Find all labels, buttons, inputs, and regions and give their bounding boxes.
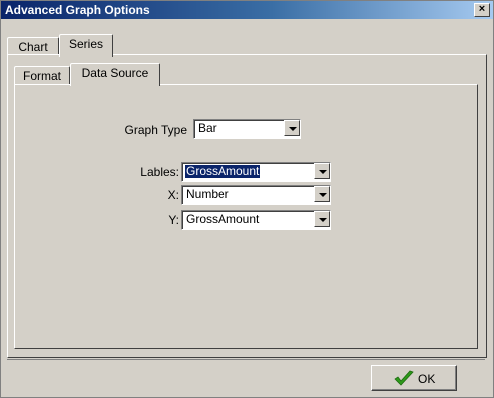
ok-button[interactable]: OK (371, 365, 457, 391)
tab-series-label: Series (68, 37, 103, 51)
labels-label: Lables: (140, 165, 179, 179)
series-tab-panel: Format Data Source Graph Type Bar Lables… (7, 54, 487, 358)
checkmark-icon (394, 370, 414, 386)
x-label: X: (167, 188, 179, 202)
close-button[interactable]: × (474, 3, 490, 17)
tab-data-source[interactable]: Data Source (70, 63, 160, 86)
chevron-down-icon[interactable] (314, 186, 330, 202)
outer-tab-strip: Chart Series (7, 33, 487, 57)
y-value: GrossAmount (186, 212, 260, 226)
x-select[interactable]: Number (181, 185, 331, 205)
tab-format[interactable]: Format (14, 66, 70, 85)
x-value: Number (186, 187, 229, 201)
chevron-down-icon[interactable] (314, 211, 330, 227)
chevron-down-icon[interactable] (284, 120, 300, 136)
close-icon: × (478, 3, 486, 15)
tab-format-label: Format (22, 69, 61, 83)
y-select[interactable]: GrossAmount (181, 210, 331, 230)
ok-label: OK (418, 372, 436, 386)
graph-type-select[interactable]: Bar (193, 119, 301, 139)
y-label: Y: (168, 213, 179, 227)
inner-tab-strip: Format Data Source (14, 62, 474, 86)
data-source-panel: Graph Type Bar Lables: GrossAmount X: Nu… (14, 84, 478, 349)
title-bar[interactable]: Advanced Graph Options × (1, 1, 493, 19)
labels-value: GrossAmount (185, 164, 261, 178)
tab-chart-label: Chart (18, 40, 48, 54)
graph-type-value: Bar (198, 121, 217, 135)
labels-select[interactable]: GrossAmount (181, 162, 331, 182)
window-title: Advanced Graph Options (5, 3, 150, 17)
graph-type-label: Graph Type (124, 123, 187, 137)
tab-data-source-label: Data Source (81, 66, 149, 80)
dialog-window: Advanced Graph Options × Chart Series Fo… (0, 0, 494, 398)
tab-series[interactable]: Series (59, 34, 113, 57)
chevron-down-icon[interactable] (314, 163, 330, 179)
